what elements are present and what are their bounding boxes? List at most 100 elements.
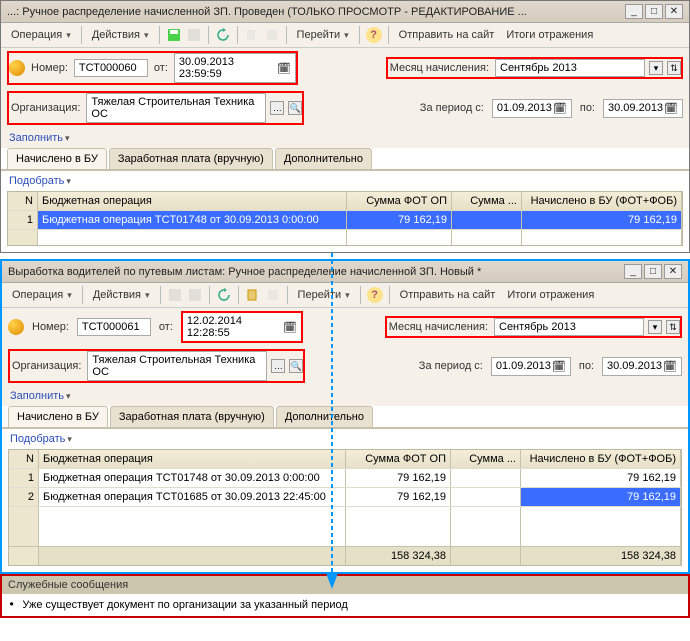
titlebar: Выработка водителей по путевым листам: Р… bbox=[2, 261, 688, 283]
month-stepper[interactable]: ⇅ bbox=[667, 61, 681, 75]
tab-additional[interactable]: Дополнительно bbox=[275, 148, 372, 169]
period-to-field[interactable]: 30.09.2013 🗓 bbox=[603, 99, 683, 118]
calendar-icon[interactable]: 🗓 bbox=[283, 321, 297, 334]
table-row[interactable]: 1 Бюджетная операция TCT01748 от 30.09.2… bbox=[8, 210, 682, 229]
month-dropdown-icon[interactable]: ▾ bbox=[649, 61, 663, 75]
month-stepper[interactable]: ⇅ bbox=[666, 320, 680, 334]
open-button[interactable]: 🔍 bbox=[288, 101, 302, 115]
actions-menu[interactable]: Действия bbox=[89, 287, 154, 303]
month-field[interactable]: Сентябрь 2013 bbox=[494, 318, 644, 336]
window-approved: ...: Ручное распределение начисленной ЗП… bbox=[0, 0, 690, 253]
select-button[interactable]: … bbox=[271, 359, 285, 373]
org-field[interactable]: Тяжелая Строительная Техника ОС bbox=[87, 351, 267, 381]
select-button[interactable]: … bbox=[270, 101, 284, 115]
col-op[interactable]: Бюджетная операция bbox=[39, 450, 346, 468]
from-label: от: bbox=[152, 62, 170, 74]
tab-salary-manual[interactable]: Заработная плата (вручную) bbox=[110, 406, 274, 427]
copy-icon bbox=[244, 27, 260, 43]
col-n[interactable]: N bbox=[9, 450, 39, 468]
goto-menu[interactable]: Перейти bbox=[293, 27, 353, 43]
tab-salary-manual[interactable]: Заработная плата (вручную) bbox=[109, 148, 273, 169]
operation-menu[interactable]: Операция bbox=[7, 27, 75, 43]
org-field[interactable]: Тяжелая Строительная Техника ОС bbox=[86, 93, 266, 123]
calendar-icon[interactable]: 🗓 bbox=[552, 360, 566, 373]
calendar-icon[interactable]: 🗓 bbox=[663, 360, 677, 373]
fill-link[interactable]: Заполнить bbox=[2, 386, 688, 406]
month-block: Месяц начисления: Сентябрь 2013 ▾ ⇅ bbox=[385, 316, 682, 338]
help-icon[interactable]: ? bbox=[366, 27, 382, 43]
operation-menu[interactable]: Операция bbox=[8, 287, 76, 303]
maximize-button[interactable]: □ bbox=[645, 4, 663, 19]
header-row-2: Организация: Тяжелая Строительная Техник… bbox=[2, 346, 688, 386]
number-field[interactable]: ТСТ000061 bbox=[77, 318, 151, 336]
month-field[interactable]: Сентябрь 2013 bbox=[495, 59, 645, 77]
tab-additional[interactable]: Дополнительно bbox=[276, 406, 373, 427]
service-bar-frame: Служебные сообщения bbox=[0, 574, 690, 594]
window-new: Выработка водителей по путевым листам: Р… bbox=[0, 259, 690, 574]
refresh-icon[interactable] bbox=[216, 287, 232, 303]
col-sum[interactable]: Сумма ... bbox=[452, 192, 522, 210]
org-block: Организация: Тяжелая Строительная Техник… bbox=[7, 91, 304, 125]
send-to-site[interactable]: Отправить на сайт bbox=[395, 27, 499, 43]
calendar-icon[interactable]: 🗓 bbox=[664, 102, 678, 115]
minimize-button[interactable]: _ bbox=[624, 264, 642, 279]
tabs: Начислено в БУ Заработная плата (вручную… bbox=[1, 148, 689, 171]
refresh-icon[interactable] bbox=[215, 27, 231, 43]
copy-icon[interactable] bbox=[245, 287, 261, 303]
table-row[interactable]: 2 Бюджетная операция TCT01685 от 30.09.2… bbox=[9, 487, 681, 506]
col-fot[interactable]: Сумма ФОТ ОП bbox=[346, 450, 451, 468]
pick-link[interactable]: Подобрать bbox=[2, 429, 688, 449]
col-op[interactable]: Бюджетная операция bbox=[38, 192, 347, 210]
toolbar: Операция Действия Перейти ? Отправить на… bbox=[2, 283, 688, 308]
period-from-field[interactable]: 01.09.2013 🗓 bbox=[491, 357, 571, 376]
help-icon[interactable]: ? bbox=[367, 287, 383, 303]
total-nach: 158 324,38 bbox=[521, 547, 681, 565]
pick-link[interactable]: Подобрать bbox=[1, 171, 689, 191]
period-from-field[interactable]: 01.09.2013 🗓 bbox=[492, 99, 572, 118]
table-row[interactable]: 1 Бюджетная операция TCT01748 от 30.09.2… bbox=[9, 468, 681, 487]
table-row bbox=[9, 506, 681, 546]
minimize-button[interactable]: _ bbox=[625, 4, 643, 19]
col-nach[interactable]: Начислено в БУ (ФОТ+ФОБ) bbox=[521, 450, 681, 468]
reflection-totals[interactable]: Итоги отражения bbox=[503, 287, 598, 303]
titlebar: ...: Ручное распределение начисленной ЗП… bbox=[1, 1, 689, 23]
month-block: Месяц начисления: Сентябрь 2013 ▾ ⇅ bbox=[386, 57, 683, 79]
open-button[interactable]: 🔍 bbox=[289, 359, 303, 373]
close-button[interactable]: ✕ bbox=[665, 4, 683, 19]
month-label: Месяц начисления: bbox=[387, 321, 490, 333]
header-row-1: Номер: ТСТ000061 от: 12.02.2014 12:28:55… bbox=[2, 308, 688, 346]
grid: N Бюджетная операция Сумма ФОТ ОП Сумма … bbox=[7, 191, 683, 246]
table-header: N Бюджетная операция Сумма ФОТ ОП Сумма … bbox=[8, 192, 682, 210]
maximize-button[interactable]: □ bbox=[644, 264, 662, 279]
date-field[interactable]: 12.02.2014 12:28:55 🗓 bbox=[181, 311, 303, 343]
month-dropdown-icon[interactable]: ▾ bbox=[648, 320, 662, 334]
grid: N Бюджетная операция Сумма ФОТ ОП Сумма … bbox=[8, 449, 682, 566]
table-row bbox=[8, 229, 682, 245]
number-field[interactable]: ТСТ000060 bbox=[74, 59, 148, 77]
col-n[interactable]: N bbox=[8, 192, 38, 210]
col-sum[interactable]: Сумма ... bbox=[451, 450, 521, 468]
send-to-site[interactable]: Отправить на сайт bbox=[396, 287, 500, 303]
from-label: от: bbox=[157, 321, 175, 333]
month-label: Месяц начисления: bbox=[388, 62, 491, 74]
col-nach[interactable]: Начислено в БУ (ФОТ+ФОБ) bbox=[522, 192, 682, 210]
goto-menu[interactable]: Перейти bbox=[294, 287, 354, 303]
reflection-totals[interactable]: Итоги отражения bbox=[502, 27, 597, 43]
total-fot: 158 324,38 bbox=[346, 547, 451, 565]
table-header: N Бюджетная операция Сумма ФОТ ОП Сумма … bbox=[9, 450, 681, 468]
col-fot[interactable]: Сумма ФОТ ОП bbox=[347, 192, 452, 210]
actions-menu[interactable]: Действия bbox=[88, 27, 153, 43]
close-button[interactable]: ✕ bbox=[664, 264, 682, 279]
paste-icon bbox=[264, 27, 280, 43]
calendar-icon[interactable]: 🗓 bbox=[553, 102, 567, 115]
tab-accrued[interactable]: Начислено в БУ bbox=[8, 406, 108, 427]
table-footer: 158 324,38 158 324,38 bbox=[9, 546, 681, 565]
tab-accrued[interactable]: Начислено в БУ bbox=[7, 148, 107, 169]
paste-icon bbox=[265, 287, 281, 303]
service-message-row: • Уже существует документ по организации… bbox=[2, 594, 688, 616]
calendar-icon[interactable]: 🗓 bbox=[277, 62, 291, 75]
date-field[interactable]: 30.09.2013 23:59:59 🗓 bbox=[174, 53, 296, 83]
period-to-field[interactable]: 30.09.2013 🗓 bbox=[602, 357, 682, 376]
save-icon[interactable] bbox=[166, 27, 182, 43]
fill-link[interactable]: Заполнить bbox=[1, 128, 689, 148]
